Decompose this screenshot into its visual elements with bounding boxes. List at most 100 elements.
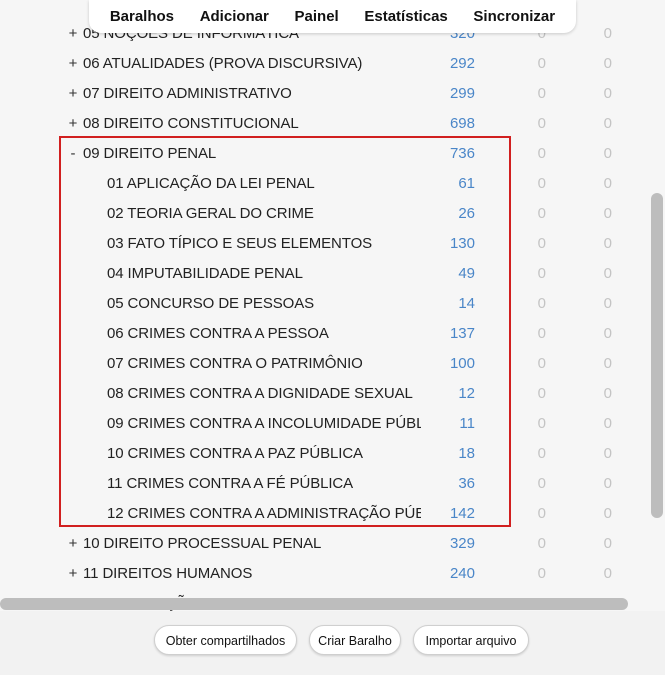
nav-browse[interactable]: Painel: [289, 4, 345, 29]
import-file-button[interactable]: Importar arquivo: [413, 625, 529, 655]
due-count: 0: [603, 535, 612, 552]
subdeck-row[interactable]: 09 CRIMES CONTRA A INCOLUMIDADE PÚBLICA 1…: [0, 409, 645, 439]
due-count: 0: [603, 295, 612, 312]
due-count: 0: [603, 235, 612, 252]
learn-count: 0: [537, 205, 546, 222]
due-count: 0: [603, 145, 612, 162]
expand-toggle[interactable]: +: [67, 559, 79, 589]
due-count: 0: [603, 175, 612, 192]
due-count: 0: [603, 565, 612, 582]
subdeck-row[interactable]: 06 CRIMES CONTRA A PESSOA 137 0 0: [0, 319, 645, 349]
learn-count: 0: [537, 55, 546, 72]
new-count: 18: [458, 445, 475, 462]
deck-row[interactable]: +07 DIREITO ADMINISTRATIVO 299 0 0: [0, 79, 645, 109]
deck-name[interactable]: 09 DIREITO PENAL: [83, 139, 443, 169]
new-count: 142: [449, 505, 475, 522]
deck-name[interactable]: 05 CONCURSO DE PESSOAS: [107, 289, 421, 319]
subdeck-row[interactable]: 03 FATO TÍPICO E SEUS ELEMENTOS 130 0 0: [0, 229, 645, 259]
deck-row[interactable]: +10 DIREITO PROCESSUAL PENAL 329 0 0: [0, 529, 645, 559]
subdeck-row[interactable]: 11 CRIMES CONTRA A FÉ PÚBLICA 36 0 0: [0, 469, 645, 499]
subdeck-row[interactable]: 08 CRIMES CONTRA A DIGNIDADE SEXUAL 12 0 0: [0, 379, 645, 409]
deck-name[interactable]: 10 CRIMES CONTRA A PAZ PÚBLICA: [107, 439, 421, 469]
subdeck-row[interactable]: 02 TEORIA GERAL DO CRIME 26 0 0: [0, 199, 645, 229]
learn-count: 0: [537, 115, 546, 132]
subdeck-row[interactable]: 07 CRIMES CONTRA O PATRIMÔNIO 100 0 0: [0, 349, 645, 379]
due-count: 0: [603, 385, 612, 402]
learn-count: 0: [537, 235, 546, 252]
due-count: 0: [603, 505, 612, 522]
new-count: 240: [449, 565, 475, 582]
deck-name[interactable]: 12 CRIMES CONTRA A ADMINISTRAÇÃO PÚBLICA: [107, 499, 421, 529]
learn-count: 0: [537, 535, 546, 552]
subdeck-row[interactable]: 04 IMPUTABILIDADE PENAL 49 0 0: [0, 259, 645, 289]
learn-count: 0: [537, 295, 546, 312]
bottom-bar: Obter compartilhados Criar Baralho Impor…: [0, 611, 665, 675]
new-count: 11: [459, 415, 475, 432]
due-count: 0: [603, 115, 612, 132]
deck-name[interactable]: 08 CRIMES CONTRA A DIGNIDADE SEXUAL: [107, 379, 421, 409]
subdeck-row[interactable]: 01 APLICAÇÃO DA LEI PENAL 61 0 0: [0, 169, 645, 199]
learn-count: 0: [537, 145, 546, 162]
deck-row[interactable]: +06 ATUALIDADES (PROVA DISCURSIVA) 292 0 0: [0, 49, 645, 79]
new-count: 36: [458, 475, 475, 492]
subdeck-row[interactable]: 05 CONCURSO DE PESSOAS 14 0 0: [0, 289, 645, 319]
deck-name[interactable]: 08 DIREITO CONSTITUCIONAL: [83, 109, 443, 139]
new-count: 14: [458, 295, 475, 312]
new-count: 137: [449, 325, 475, 342]
expand-toggle[interactable]: +: [67, 19, 79, 49]
deck-name[interactable]: 07 DIREITO ADMINISTRATIVO: [83, 79, 443, 109]
learn-count: 0: [537, 385, 546, 402]
expand-toggle[interactable]: +: [67, 79, 79, 109]
new-count: 12: [458, 385, 475, 402]
new-count: 698: [449, 115, 475, 132]
nav-stats[interactable]: Estatísticas: [358, 4, 453, 29]
due-count: 0: [603, 55, 612, 72]
learn-count: 0: [537, 445, 546, 462]
horizontal-scrollbar[interactable]: [0, 598, 628, 610]
new-count: 292: [449, 55, 475, 72]
expand-toggle[interactable]: +: [67, 109, 79, 139]
new-count: 736: [449, 145, 475, 162]
deck-name[interactable]: 11 CRIMES CONTRA A FÉ PÚBLICA: [107, 469, 421, 499]
new-count: 130: [449, 235, 475, 252]
new-count: 26: [458, 205, 475, 222]
deck-name[interactable]: 06 CRIMES CONTRA A PESSOA: [107, 319, 421, 349]
deck-name[interactable]: 01 APLICAÇÃO DA LEI PENAL: [107, 169, 421, 199]
learn-count: 0: [537, 505, 546, 522]
expand-toggle[interactable]: -: [67, 139, 79, 169]
top-toolbar: Baralhos Adicionar Painel Estatísticas S…: [89, 0, 576, 33]
nav-decks[interactable]: Baralhos: [104, 4, 180, 29]
expand-toggle[interactable]: +: [67, 529, 79, 559]
expand-toggle[interactable]: +: [67, 49, 79, 79]
deck-row[interactable]: +08 DIREITO CONSTITUCIONAL 698 0 0: [0, 109, 645, 139]
vertical-scrollbar[interactable]: [651, 193, 663, 518]
subdeck-row[interactable]: 12 CRIMES CONTRA A ADMINISTRAÇÃO PÚBLICA…: [0, 499, 645, 529]
deck-name[interactable]: 07 CRIMES CONTRA O PATRIMÔNIO: [107, 349, 421, 379]
learn-count: 0: [537, 265, 546, 282]
new-count: 329: [449, 535, 475, 552]
new-count: 100: [449, 355, 475, 372]
deck-name[interactable]: 11 DIREITOS HUMANOS: [83, 559, 443, 589]
subdeck-row[interactable]: 10 CRIMES CONTRA A PAZ PÚBLICA 18 0 0: [0, 439, 645, 469]
deck-name[interactable]: 04 IMPUTABILIDADE PENAL: [107, 259, 421, 289]
due-count: 0: [603, 475, 612, 492]
learn-count: 0: [537, 415, 546, 432]
due-count: 0: [603, 265, 612, 282]
learn-count: 0: [537, 175, 546, 192]
deck-row[interactable]: +11 DIREITOS HUMANOS 240 0 0: [0, 559, 645, 589]
deck-name[interactable]: 10 DIREITO PROCESSUAL PENAL: [83, 529, 443, 559]
deck-name[interactable]: 09 CRIMES CONTRA A INCOLUMIDADE PÚBLICA: [107, 409, 421, 439]
deck-name[interactable]: 03 FATO TÍPICO E SEUS ELEMENTOS: [107, 229, 421, 259]
due-count: 0: [603, 25, 612, 42]
deck-row[interactable]: -09 DIREITO PENAL 736 0 0: [0, 139, 645, 169]
learn-count: 0: [537, 325, 546, 342]
new-count: 61: [458, 175, 475, 192]
deck-name[interactable]: 06 ATUALIDADES (PROVA DISCURSIVA): [83, 49, 443, 79]
due-count: 0: [603, 205, 612, 222]
nav-add[interactable]: Adicionar: [194, 4, 275, 29]
get-shared-button[interactable]: Obter compartilhados: [154, 625, 297, 655]
nav-sync[interactable]: Sincronizar: [467, 4, 561, 29]
learn-count: 0: [537, 565, 546, 582]
create-deck-button[interactable]: Criar Baralho: [309, 625, 401, 655]
deck-name[interactable]: 02 TEORIA GERAL DO CRIME: [107, 199, 421, 229]
